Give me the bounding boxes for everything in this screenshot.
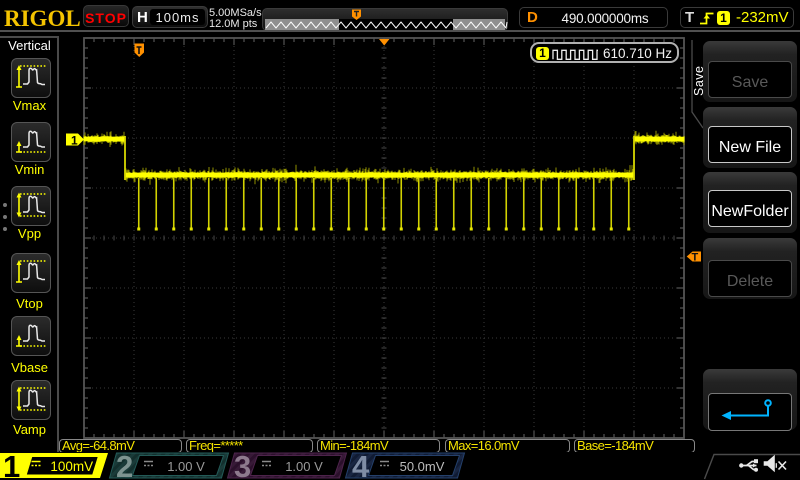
svg-text:2: 2: [116, 452, 133, 480]
svg-text:100mV: 100mV: [50, 459, 93, 474]
svg-text:1: 1: [71, 134, 78, 148]
svg-text:1.00 V: 1.00 V: [285, 459, 323, 474]
svg-text:4: 4: [352, 452, 370, 480]
svg-text:50.0mV: 50.0mV: [400, 459, 445, 474]
svg-text:T: T: [692, 252, 699, 264]
svg-text:1: 1: [3, 452, 20, 480]
svg-text:3: 3: [234, 452, 251, 480]
svg-text:1.00 V: 1.00 V: [167, 459, 205, 474]
